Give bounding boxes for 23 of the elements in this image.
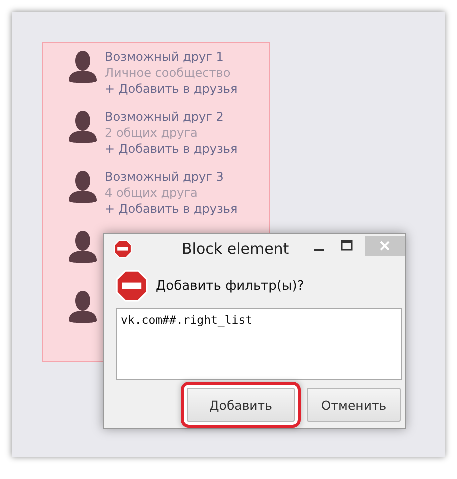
friend-name[interactable]: Возможный друг 3 — [105, 169, 238, 185]
friend-name[interactable]: Возможный друг 1 — [105, 49, 238, 65]
add-friend-link[interactable]: + Добавить в друзья — [105, 141, 238, 157]
person-icon — [69, 231, 97, 265]
friend-info: 4 общих друга — [105, 185, 199, 201]
person-icon — [69, 111, 97, 145]
dialog-question: Добавить фильтр(ы)? — [156, 278, 304, 294]
window-title: Block element — [182, 240, 290, 258]
person-icon — [69, 291, 97, 325]
add-friend-link[interactable]: + Добавить в друзья — [105, 201, 238, 217]
friend-info: 2 общих друга — [105, 125, 199, 141]
stop-sign-icon — [114, 240, 132, 258]
add-friend-link[interactable]: + Добавить в друзья — [105, 81, 238, 97]
minimize-icon — [314, 249, 324, 251]
person-icon — [69, 171, 97, 205]
stop-sign-icon — [116, 270, 148, 302]
cancel-button[interactable]: Отменить — [307, 388, 401, 422]
person-icon — [69, 51, 97, 85]
friend-name[interactable]: Возможный друг 2 — [105, 109, 238, 125]
friend-info: Личное сообщество — [105, 65, 232, 81]
filter-field[interactable]: vk.com##.right_list — [116, 308, 402, 380]
close-icon — [380, 241, 390, 251]
maximize-icon — [341, 240, 353, 252]
